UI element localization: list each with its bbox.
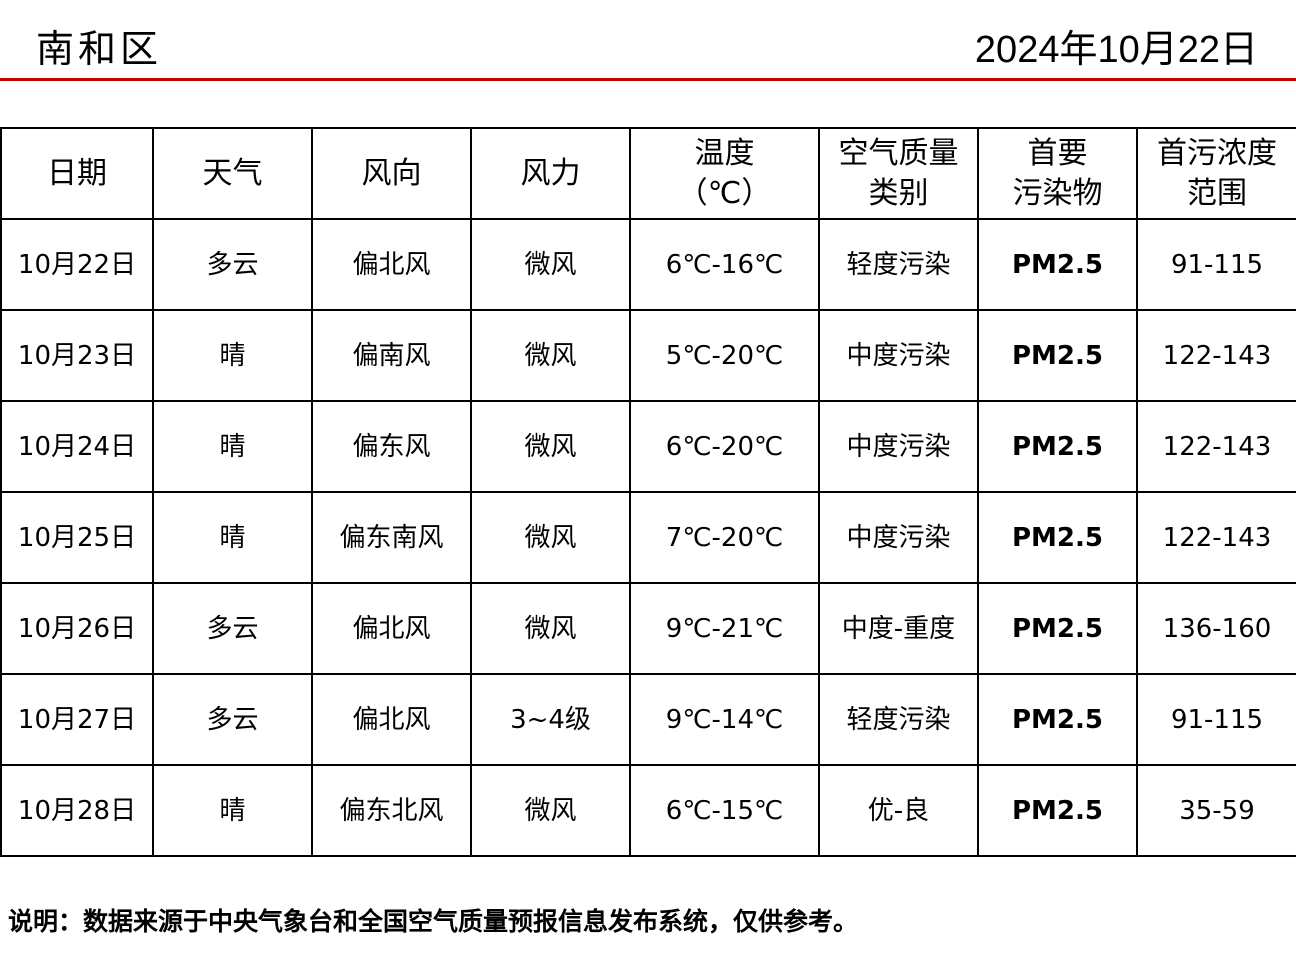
district-title: 南和区	[36, 27, 163, 71]
table-cell: 微风	[470, 218, 631, 311]
table-cell: 多云	[152, 582, 313, 675]
table-cell: 6℃-15℃	[629, 764, 820, 857]
table-cell: 122-143	[1136, 491, 1296, 584]
table-cell: 中度污染	[818, 491, 979, 584]
table-cell: 6℃-16℃	[629, 218, 820, 311]
table-row: 10月22日 多云 偏北风 微风 6℃-16℃ 轻度污染 PM2.5 91-115	[0, 218, 1296, 311]
table-cell: 10月27日	[0, 673, 154, 766]
table-cell: 多云	[152, 673, 313, 766]
source-note: 说明：数据来源于中央气象台和全国空气质量预报信息发布系统，仅供参考。	[8, 907, 859, 936]
table-cell: 7℃-20℃	[629, 491, 820, 584]
table-cell: 微风	[470, 491, 631, 584]
column-header: 日期	[0, 127, 154, 220]
table-cell: 轻度污染	[818, 218, 979, 311]
column-header: 风力	[470, 127, 631, 220]
table-cell: 91-115	[1136, 218, 1296, 311]
table-cell: 3~4级	[470, 673, 631, 766]
table-cell: 微风	[470, 582, 631, 675]
report-date: 2024年10月22日	[974, 29, 1258, 71]
table-cell: 偏东风	[311, 400, 472, 493]
table-cell: PM2.5	[977, 218, 1138, 311]
table-cell: PM2.5	[977, 309, 1138, 402]
table-cell: 10月24日	[0, 400, 154, 493]
table-cell: 晴	[152, 309, 313, 402]
table-cell: 10月26日	[0, 582, 154, 675]
table-cell: 偏北风	[311, 673, 472, 766]
table-cell: 122-143	[1136, 400, 1296, 493]
table-header-row: 日期 天气 风向 风力 温度 （℃） 空气质量 类别 首要 污染物 首污浓度 范围	[0, 127, 1296, 220]
table-cell: 晴	[152, 764, 313, 857]
table-row: 10月27日 多云 偏北风 3~4级 9℃-14℃ 轻度污染 PM2.5 91-115	[0, 673, 1296, 766]
table-cell: PM2.5	[977, 764, 1138, 857]
table-cell: PM2.5	[977, 491, 1138, 584]
table-cell: 中度污染	[818, 400, 979, 493]
table-cell: 91-115	[1136, 673, 1296, 766]
table-cell: 微风	[470, 309, 631, 402]
table-cell: 中度-重度	[818, 582, 979, 675]
column-header: 温度 （℃）	[629, 127, 820, 220]
table-cell: 122-143	[1136, 309, 1296, 402]
table-cell: PM2.5	[977, 582, 1138, 675]
table-cell: 中度污染	[818, 309, 979, 402]
table-cell: 6℃-20℃	[629, 400, 820, 493]
table-cell: 偏东北风	[311, 764, 472, 857]
table-cell: 10月28日	[0, 764, 154, 857]
table-cell: 9℃-14℃	[629, 673, 820, 766]
table-cell: 5℃-20℃	[629, 309, 820, 402]
table-cell: 10月23日	[0, 309, 154, 402]
table-cell: 偏东南风	[311, 491, 472, 584]
forecast-table: 日期 天气 风向 风力 温度 （℃） 空气质量 类别 首要 污染物 首污浓度 范围 10月22…	[0, 127, 1296, 857]
table-cell: 多云	[152, 218, 313, 311]
table-cell: 35-59	[1136, 764, 1296, 857]
table-cell: 偏南风	[311, 309, 472, 402]
column-header: 风向	[311, 127, 472, 220]
table-cell: 轻度污染	[818, 673, 979, 766]
column-header: 天气	[152, 127, 313, 220]
table-cell: 136-160	[1136, 582, 1296, 675]
red-divider	[0, 78, 1296, 81]
table-cell: 优-良	[818, 764, 979, 857]
column-header: 首要 污染物	[977, 127, 1138, 220]
table-row: 10月23日晴偏南风 微风 5℃-20℃ 中度污染 PM2.5 122-143	[0, 309, 1296, 402]
table-cell: 偏北风	[311, 582, 472, 675]
table-cell: PM2.5	[977, 673, 1138, 766]
table-row: 10月25日晴偏东南风 微风 7℃-20℃ 中度污染 PM2.5 122-143	[0, 491, 1296, 584]
table-row: 10月26日 多云 偏北风 微风 9℃-21℃ 中度-重度 PM2.5 136-160	[0, 582, 1296, 675]
table-cell: PM2.5	[977, 400, 1138, 493]
column-header: 首污浓度 范围	[1136, 127, 1296, 220]
table-cell: 10月22日	[0, 218, 154, 311]
table-row: 10月28日晴偏东北风 微风 6℃-15℃ 优-良 PM2.5 35-59	[0, 764, 1296, 857]
table-cell: 晴	[152, 491, 313, 584]
column-header: 空气质量 类别	[818, 127, 979, 220]
table-cell: 微风	[470, 764, 631, 857]
table-cell: 9℃-21℃	[629, 582, 820, 675]
table-cell: 10月25日	[0, 491, 154, 584]
table-cell: 晴	[152, 400, 313, 493]
table-cell: 偏北风	[311, 218, 472, 311]
table-cell: 微风	[470, 400, 631, 493]
table-row: 10月24日晴偏东风 微风 6℃-20℃ 中度污染 PM2.5 122-143	[0, 400, 1296, 493]
